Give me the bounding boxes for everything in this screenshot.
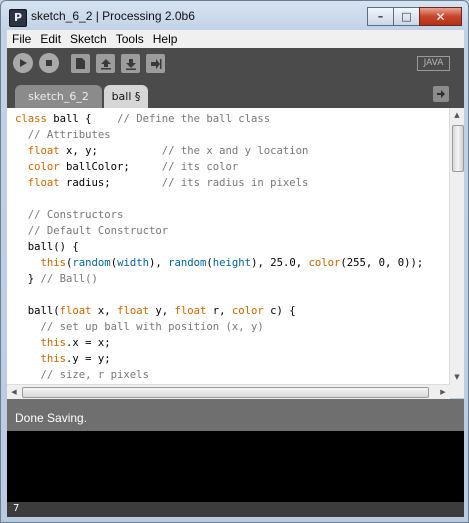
menu-bar: File Edit Sketch Tools Help	[7, 30, 464, 48]
tab-ball[interactable]: ball §	[104, 85, 148, 108]
menu-file[interactable]: File	[7, 32, 35, 46]
save-button[interactable]	[121, 54, 140, 73]
status-message: Done Saving.	[15, 411, 88, 425]
new-button[interactable]	[71, 54, 90, 73]
close-icon: ✕	[435, 9, 446, 24]
vertical-scroll-thumb[interactable]	[452, 125, 464, 172]
open-button[interactable]	[96, 54, 115, 73]
scroll-up-icon[interactable]: ▲	[453, 111, 461, 119]
tab-bar: sketch_6_2 ball §	[7, 80, 464, 108]
vertical-scrollbar[interactable]: ▲ ▼	[449, 108, 464, 384]
stop-button[interactable]	[39, 53, 59, 73]
open-icon	[100, 58, 111, 69]
maximize-button[interactable]: □	[393, 7, 420, 26]
horizontal-scrollbar[interactable]: ◀ ▶	[7, 384, 450, 399]
maximize-icon: □	[401, 10, 412, 23]
run-button[interactable]	[13, 53, 33, 73]
menu-edit[interactable]: Edit	[35, 32, 65, 46]
scroll-down-icon[interactable]: ▼	[453, 373, 461, 381]
stop-icon	[46, 60, 52, 66]
scroll-right-icon[interactable]: ▶	[439, 388, 447, 396]
window-controls: – □ ✕	[367, 7, 462, 26]
line-number: 7	[13, 503, 20, 514]
new-file-icon	[76, 58, 85, 69]
minimize-button[interactable]: –	[367, 7, 394, 26]
menu-tools[interactable]: Tools	[111, 32, 148, 46]
menu-help[interactable]: Help	[148, 32, 182, 46]
mode-selector[interactable]: JAVA	[417, 56, 450, 71]
processing-app-icon: P	[9, 9, 27, 27]
status-bar: Done Saving.	[7, 399, 464, 431]
code-text[interactable]: class ball { // Define the ball class //…	[15, 111, 423, 383]
toolbar: JAVA	[7, 48, 464, 80]
scroll-left-icon[interactable]: ◀	[10, 388, 18, 396]
export-icon	[150, 58, 161, 69]
tab-sketch-6-2[interactable]: sketch_6_2	[15, 85, 102, 108]
title-bar[interactable]: P sketch_6_2 | Processing 2.0b6 – □ ✕	[1, 1, 468, 31]
app-window: P sketch_6_2 | Processing 2.0b6 – □ ✕ Fi…	[0, 0, 469, 523]
line-status-bar: 7	[7, 502, 464, 517]
horizontal-scroll-thumb[interactable]	[22, 387, 429, 398]
close-button[interactable]: ✕	[419, 7, 462, 26]
play-icon	[20, 59, 27, 67]
save-icon	[125, 58, 136, 70]
code-editor[interactable]: class ball { // Define the ball class //…	[7, 108, 464, 384]
console-area[interactable]	[7, 431, 464, 502]
window-title: sketch_6_2 | Processing 2.0b6	[31, 9, 195, 23]
menu-sketch[interactable]: Sketch	[65, 32, 111, 46]
scroll-corner	[450, 384, 464, 398]
arrow-right-icon	[437, 90, 445, 98]
tab-menu-button[interactable]	[433, 86, 449, 102]
minimize-icon: –	[377, 10, 384, 23]
export-button[interactable]	[146, 54, 165, 73]
